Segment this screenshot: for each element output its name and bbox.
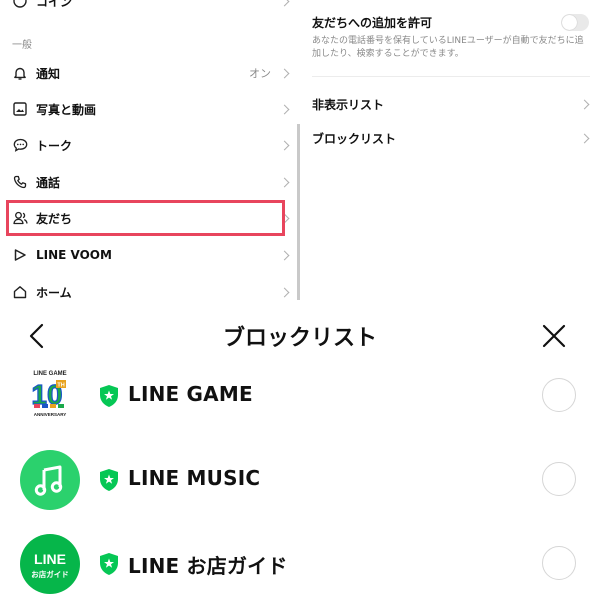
line-music-logo	[20, 450, 80, 510]
chevron-right-icon	[579, 99, 590, 109]
chevron-right-icon	[279, 68, 290, 78]
chevron-right-icon	[279, 0, 290, 6]
list-item[interactable]: LINE GAME 10 TH ANNIVERSARY LINE GAME	[0, 356, 600, 436]
hidden-list-label: 非表示リスト	[312, 97, 385, 112]
chevron-right-icon	[279, 177, 290, 187]
select-radio[interactable]	[542, 378, 576, 412]
page-title: ブロックリスト	[222, 326, 377, 351]
settings-item-label: コイン	[36, 0, 73, 9]
chevron-right-icon	[279, 104, 290, 114]
coin-icon	[12, 0, 28, 9]
home-icon	[12, 284, 28, 300]
settings-menu: コイン 一般 通知 オン 写真と動画 トーク 通話 友だち LINE VOOM …	[0, 0, 297, 300]
settings-item-label: 写真と動画	[36, 102, 97, 117]
official-shield-icon	[98, 384, 120, 408]
notification-status: オン	[249, 67, 271, 80]
allow-add-description: あなたの電話番号を保有しているLINEユーザーが自動で友だちに追加したり、検索す…	[312, 36, 584, 59]
separator	[312, 76, 590, 77]
logo-text-bottom: ANNIVERSARY	[34, 412, 67, 417]
chevron-right-icon	[279, 250, 290, 260]
select-radio[interactable]	[542, 546, 576, 580]
chat-icon	[12, 137, 28, 153]
logo-text-top: LINE	[34, 551, 66, 567]
settings-item-home[interactable]: ホーム	[0, 277, 297, 300]
settings-item-label: トーク	[36, 138, 73, 153]
logo-text-suffix: TH	[57, 383, 64, 389]
allow-add-title: 友だちへの追加を許可	[312, 16, 433, 30]
section-header-general: 一般	[12, 40, 32, 51]
close-button[interactable]	[540, 322, 568, 350]
select-radio[interactable]	[542, 462, 576, 496]
logo-text-top: LINE GAME	[33, 371, 66, 377]
chevron-right-icon	[279, 287, 290, 297]
logo-text-bottom: お店ガイド	[31, 569, 69, 579]
list-item[interactable]: LINE MUSIC	[0, 440, 600, 520]
photo-icon	[12, 101, 28, 117]
close-icon	[542, 324, 566, 348]
phone-icon	[12, 174, 28, 190]
settings-item-photos-videos[interactable]: 写真と動画	[0, 94, 297, 124]
line-shop-guide-logo: LINE お店ガイド	[20, 534, 80, 594]
settings-item-notifications[interactable]: 通知 オン	[0, 58, 297, 88]
settings-item-chats[interactable]: トーク	[0, 130, 297, 160]
chevron-right-icon	[579, 133, 590, 143]
line-game-logo: LINE GAME 10 TH ANNIVERSARY	[20, 366, 80, 426]
block-list-item[interactable]: ブロックリスト	[312, 126, 590, 150]
friends-settings-panel: 友だちへの追加を許可 あなたの電話番号を保有しているLINEユーザーが自動で友だ…	[300, 0, 600, 300]
chevron-right-icon	[279, 140, 290, 150]
block-list-label: ブロックリスト	[312, 131, 397, 146]
settings-item-label: LINE VOOM	[36, 248, 112, 262]
official-shield-icon	[98, 468, 120, 492]
settings-item-label: 通知	[36, 66, 61, 81]
voom-icon	[12, 247, 28, 263]
settings-item-line-voom[interactable]: LINE VOOM	[0, 240, 297, 270]
settings-item-label: ホーム	[36, 285, 72, 300]
settings-item-calls[interactable]: 通話	[0, 167, 297, 197]
block-list-screen: ブロックリスト LINE GAME 10 TH ANNIVERSARY LINE…	[0, 300, 600, 600]
account-name: LINE お店ガイド	[128, 554, 288, 578]
allow-add-toggle[interactable]	[561, 14, 589, 31]
account-name: LINE MUSIC	[128, 466, 261, 490]
settings-item-label: 通話	[36, 175, 61, 190]
account-name: LINE GAME	[128, 382, 253, 406]
settings-item-coin[interactable]: コイン	[0, 0, 297, 16]
official-shield-icon	[98, 552, 120, 576]
friends-highlight-box	[6, 200, 285, 236]
bell-icon	[12, 65, 28, 81]
list-item[interactable]: LINE お店ガイド LINE お店ガイド	[0, 524, 600, 604]
hidden-list-item[interactable]: 非表示リスト	[312, 92, 590, 116]
